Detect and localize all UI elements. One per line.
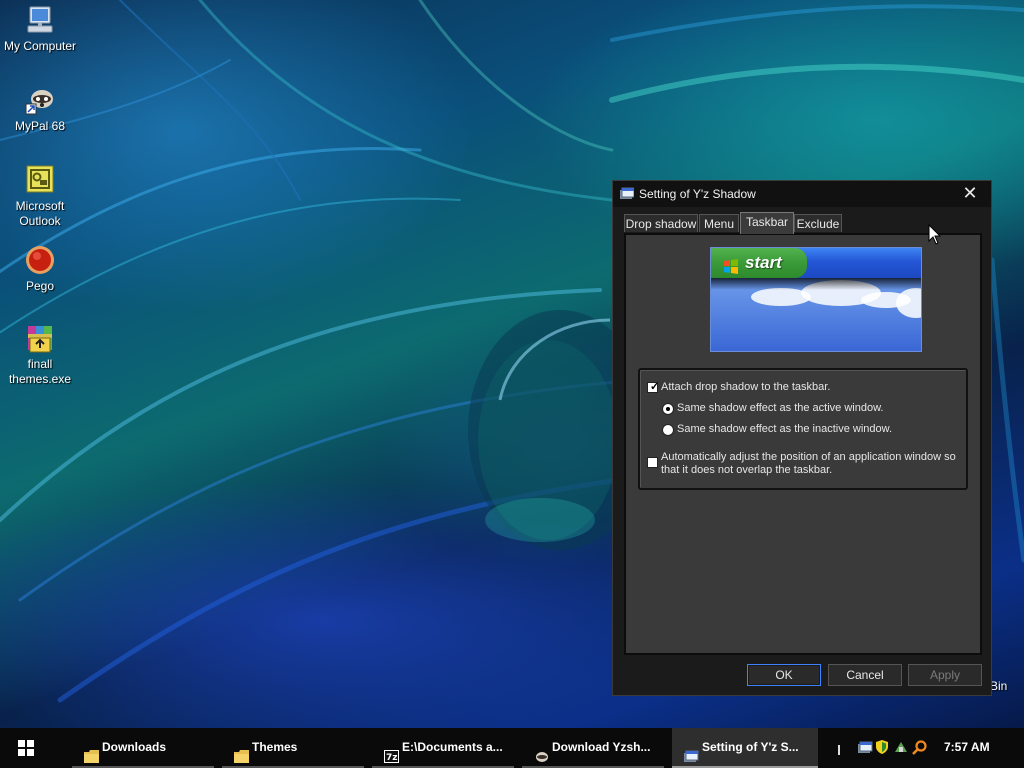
taskbar-item-downloads[interactable]: Downloads bbox=[72, 728, 214, 768]
taskbar-item-yzshadow[interactable]: Setting of Y'z S... bbox=[672, 728, 818, 768]
auto-adjust-checkbox[interactable] bbox=[647, 457, 658, 468]
tray-separator-icon bbox=[838, 744, 841, 758]
folder-icon bbox=[84, 740, 99, 766]
taskbar-item-label: E:\Documents a... bbox=[402, 740, 503, 754]
same-as-active-label: Same shadow effect as the active window. bbox=[677, 402, 884, 414]
start-button[interactable] bbox=[0, 728, 52, 768]
close-icon: ✕ bbox=[962, 183, 978, 203]
desktop-icon-mypal[interactable]: MyPal 68 bbox=[1, 84, 79, 134]
tab-menu[interactable]: Menu bbox=[699, 214, 739, 232]
taskbar-shadow-preview: start bbox=[710, 247, 922, 352]
xp-start-button-preview: start bbox=[711, 248, 807, 278]
svg-text:7z: 7z bbox=[386, 753, 398, 763]
desktop-icon-label-line2: themes.exe bbox=[8, 372, 72, 386]
close-button[interactable]: ✕ bbox=[957, 182, 983, 204]
desktop-icon-label-line1: Microsoft bbox=[15, 199, 65, 213]
outlook-icon bbox=[24, 164, 56, 196]
tab-taskbar[interactable]: Taskbar bbox=[740, 212, 794, 234]
taskbar-item-label: Download Yzsh... bbox=[552, 740, 651, 754]
auto-adjust-label-line1: Automatically adjust the position of an … bbox=[661, 451, 956, 463]
desktop-icon-label-line1: finall bbox=[27, 357, 53, 371]
desktop-icon-my-computer[interactable]: My Computer bbox=[1, 4, 79, 54]
taskbar-item-label: Downloads bbox=[102, 740, 167, 754]
winrar-sfx-icon bbox=[24, 322, 56, 354]
yzshadow-icon bbox=[620, 187, 635, 204]
recycle-bin-partial-label[interactable]: Bin bbox=[990, 679, 1007, 693]
desktop-icon-outlook[interactable]: Microsoft Outlook bbox=[1, 164, 79, 229]
ok-button[interactable]: OK bbox=[747, 664, 821, 686]
desktop-icon-label: MyPal 68 bbox=[14, 119, 66, 133]
7zip-icon: 7z bbox=[384, 740, 399, 766]
folder-icon bbox=[234, 740, 249, 766]
same-as-active-radio[interactable] bbox=[662, 403, 674, 415]
same-as-inactive-label: Same shadow effect as the inactive windo… bbox=[677, 423, 893, 435]
windows-logo-icon bbox=[18, 740, 34, 759]
browser-icon bbox=[534, 740, 549, 766]
tray-search-icon[interactable] bbox=[912, 740, 927, 758]
radio-selected-dot bbox=[666, 407, 670, 411]
same-as-inactive-radio[interactable] bbox=[662, 424, 674, 436]
tray-network-icon[interactable] bbox=[893, 740, 909, 757]
desktop-icon-pego[interactable]: Pego bbox=[1, 244, 79, 294]
checkmark-icon: ✓ bbox=[650, 381, 660, 393]
desktop-icon-label: My Computer bbox=[3, 39, 77, 53]
tab-drop-shadow[interactable]: Drop shadow bbox=[624, 214, 698, 232]
auto-adjust-label-line2: that it does not overlap the taskbar. bbox=[661, 464, 833, 476]
taskbar-clock[interactable]: 7:57 AM bbox=[944, 740, 990, 754]
taskbar-item-label: Setting of Y'z S... bbox=[702, 740, 799, 754]
xp-start-label: start bbox=[745, 253, 782, 272]
preview-drop-shadow bbox=[711, 278, 921, 290]
pego-icon bbox=[24, 244, 56, 276]
taskbar-item-label: Themes bbox=[252, 740, 298, 754]
mouse-cursor-icon bbox=[928, 223, 942, 249]
tab-exclude[interactable]: Exclude bbox=[794, 214, 842, 232]
tray-yzshadow-icon[interactable] bbox=[858, 740, 873, 757]
taskbar-item-7zip[interactable]: 7z E:\Documents a... bbox=[372, 728, 514, 768]
attach-shadow-checkbox[interactable]: ✓ bbox=[647, 381, 660, 393]
yzshadow-icon bbox=[684, 740, 699, 766]
my-computer-icon bbox=[24, 4, 56, 36]
desktop-icon-label-line2: Outlook bbox=[19, 214, 61, 228]
desktop-icon-label: Pego bbox=[25, 279, 55, 293]
desktop-icon-finall-themes[interactable]: finall themes.exe bbox=[1, 322, 79, 387]
apply-button[interactable]: Apply bbox=[908, 664, 982, 686]
dialog-title: Setting of Y'z Shadow bbox=[639, 187, 756, 201]
cancel-button[interactable]: Cancel bbox=[828, 664, 902, 686]
taskbar: Downloads Themes 7z E:\Documents a... Do… bbox=[0, 728, 1024, 768]
attach-shadow-label: Attach drop shadow to the taskbar. bbox=[661, 381, 831, 393]
mypal-raccoon-icon bbox=[24, 84, 56, 116]
taskbar-item-themes[interactable]: Themes bbox=[222, 728, 364, 768]
dialog-titlebar[interactable]: Setting of Y'z Shadow ✕ bbox=[613, 181, 991, 207]
tray-shield-icon[interactable] bbox=[876, 740, 888, 757]
taskbar-item-browser[interactable]: Download Yzsh... bbox=[522, 728, 664, 768]
